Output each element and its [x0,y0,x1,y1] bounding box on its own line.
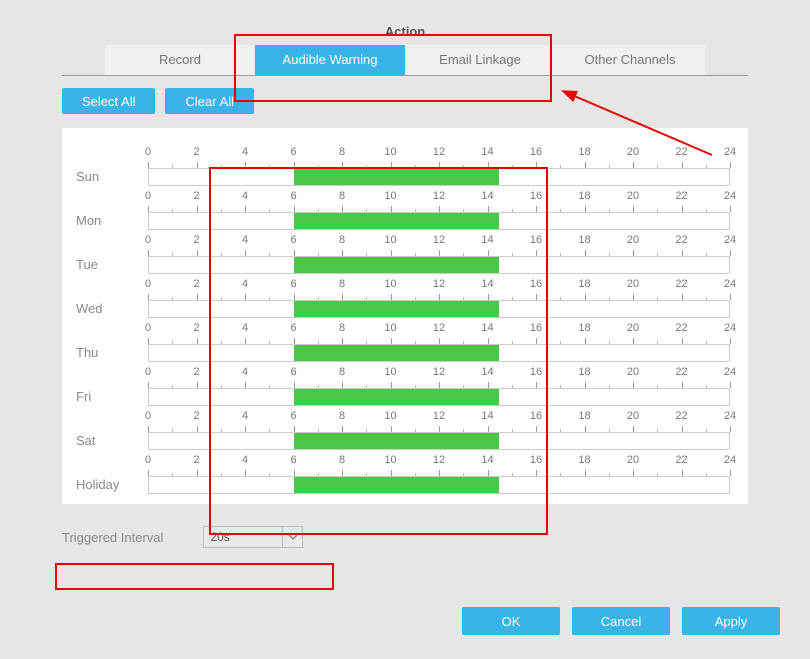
bar-segment[interactable] [294,257,499,273]
bar-segment[interactable] [294,477,499,493]
timeline[interactable]: 024681012141618202224 [148,280,730,318]
tab-audible-warning[interactable]: Audible Warning [255,45,405,75]
timeline[interactable]: 024681012141618202224 [148,236,730,274]
tabs: RecordAudible WarningEmail LinkageOther … [62,45,748,76]
day-label: Sun [76,169,148,186]
timeline[interactable]: 024681012141618202224 [148,368,730,406]
schedule-panel: Sun024681012141618202224Mon0246810121416… [62,128,748,504]
chevron-down-icon [282,527,302,547]
bar-track[interactable] [148,476,730,494]
bar-segment[interactable] [294,345,499,361]
triggered-interval-label: Triggered Interval [62,530,163,545]
bar-track[interactable] [148,344,730,362]
day-row-fri: Fri024681012141618202224 [76,362,730,406]
day-label: Mon [76,213,148,230]
day-row-thu: Thu024681012141618202224 [76,318,730,362]
bar-track[interactable] [148,256,730,274]
bar-segment[interactable] [294,213,499,229]
tab-email-linkage[interactable]: Email Linkage [405,45,555,75]
ok-button[interactable]: OK [462,607,560,635]
day-row-mon: Mon024681012141618202224 [76,186,730,230]
bar-segment[interactable] [294,389,499,405]
bar-track[interactable] [148,388,730,406]
bar-track[interactable] [148,168,730,186]
bar-segment[interactable] [294,169,499,185]
bar-segment[interactable] [294,301,499,317]
tab-record[interactable]: Record [105,45,255,75]
apply-button[interactable]: Apply [682,607,780,635]
timeline[interactable]: 024681012141618202224 [148,412,730,450]
day-label: Wed [76,301,148,318]
day-label: Thu [76,345,148,362]
timeline[interactable]: 024681012141618202224 [148,324,730,362]
day-row-tue: Tue024681012141618202224 [76,230,730,274]
bar-track[interactable] [148,212,730,230]
day-label: Tue [76,257,148,274]
select-all-button[interactable]: Select All [62,88,155,114]
triggered-interval-select[interactable]: 20s [203,526,303,548]
triggered-interval-value: 20s [210,530,229,544]
bar-track[interactable] [148,300,730,318]
clear-all-button[interactable]: Clear All [165,88,253,114]
day-row-sun: Sun024681012141618202224 [76,142,730,186]
timeline[interactable]: 024681012141618202224 [148,192,730,230]
day-label: Sat [76,433,148,450]
page-title: Action [0,0,810,45]
timeline[interactable]: 024681012141618202224 [148,148,730,186]
day-row-wed: Wed024681012141618202224 [76,274,730,318]
day-row-sat: Sat024681012141618202224 [76,406,730,450]
timeline[interactable]: 024681012141618202224 [148,456,730,494]
day-row-holiday: Holiday024681012141618202224 [76,450,730,494]
bar-track[interactable] [148,432,730,450]
day-label: Holiday [76,477,148,494]
cancel-button[interactable]: Cancel [572,607,670,635]
day-label: Fri [76,389,148,406]
annotation-box-interval [55,563,334,590]
tab-other-channels[interactable]: Other Channels [555,45,705,75]
bar-segment[interactable] [294,433,499,449]
